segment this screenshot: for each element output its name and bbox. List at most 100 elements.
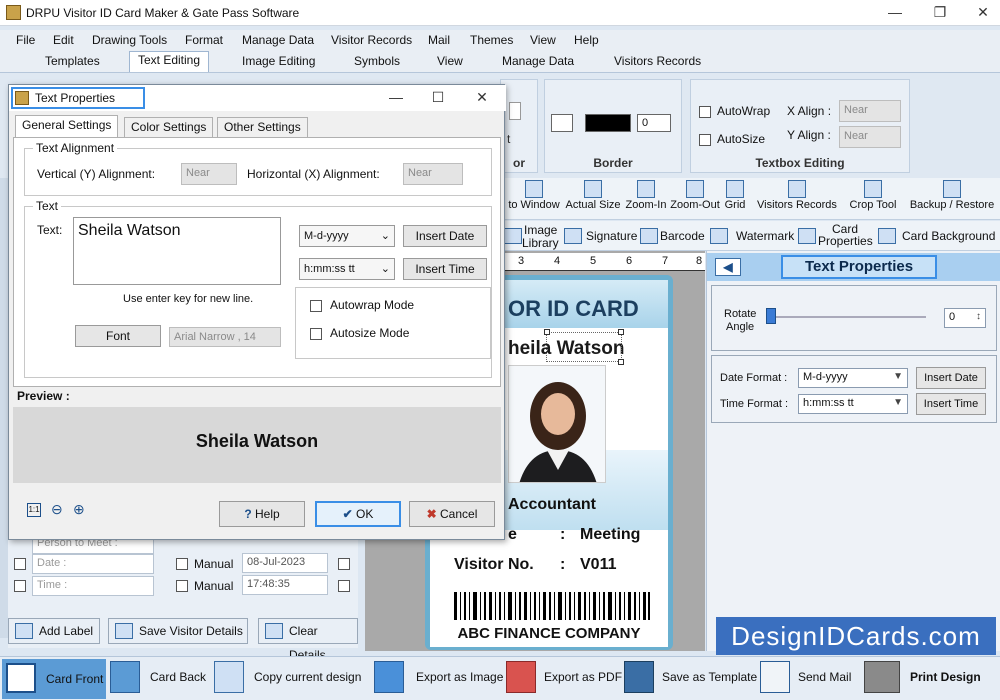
border-color-picker[interactable]	[585, 114, 631, 132]
menu-visitor-records[interactable]: Visitor Records	[331, 33, 412, 47]
card-front-button[interactable]: Card Front	[2, 659, 106, 699]
save-visitor-details-button[interactable]: Save Visitor Details	[108, 618, 248, 644]
card-visitor-label[interactable]: Visitor No.	[454, 556, 534, 574]
card-background-label[interactable]: Card Background	[902, 229, 995, 243]
image-library-icon[interactable]	[504, 228, 522, 244]
font-button[interactable]: Font	[75, 325, 161, 347]
card-role-text[interactable]: Accountant	[508, 496, 596, 514]
zoom-in-button[interactable]: Zoom-In	[622, 180, 670, 211]
selection-handles[interactable]	[544, 329, 624, 365]
signature-icon[interactable]	[564, 228, 582, 244]
zoom-in-icon[interactable]: ⊕	[73, 501, 85, 518]
cancel-button[interactable]: ✖ Cancel	[409, 501, 495, 527]
add-label-button[interactable]: Add Label	[8, 618, 100, 644]
dialog-close-icon[interactable]: ✕	[467, 87, 497, 107]
tab-view[interactable]: View	[437, 54, 463, 68]
tab-general-settings[interactable]: General Settings	[15, 115, 119, 137]
grid-button[interactable]: Grid	[722, 180, 748, 211]
tab-visitors-records[interactable]: Visitors Records	[614, 54, 701, 68]
date-format-select[interactable]: M-d-yyyy ⌄	[299, 225, 395, 247]
tab-symbols[interactable]: Symbols	[354, 54, 400, 68]
copy-design-icon[interactable]	[214, 661, 244, 693]
barcode-image[interactable]	[452, 590, 652, 622]
card-header-text[interactable]: OR ID CARD	[508, 296, 639, 322]
y-align-select[interactable]: Near	[839, 126, 901, 148]
barcode-label[interactable]: Barcode	[660, 229, 705, 243]
tab-text-editing[interactable]: Text Editing	[129, 51, 210, 72]
print-design-button[interactable]: Print Design	[910, 670, 981, 684]
dialog-insert-date-button[interactable]: Insert Date	[403, 225, 487, 247]
manual-date-field[interactable]: 08-Jul-2023	[242, 553, 328, 573]
insert-date-button[interactable]: Insert Date	[916, 367, 986, 389]
date-format-select[interactable]: M-d-yyyy ▼	[798, 368, 908, 388]
save-template-icon[interactable]	[624, 661, 654, 693]
autowrap-checkbox[interactable]	[699, 106, 711, 118]
watermark-label[interactable]: Watermark	[736, 229, 794, 243]
clear-details-button[interactable]: Clear Details	[258, 618, 358, 662]
image-library-label-1[interactable]: Image	[524, 223, 557, 237]
export-as-pdf-button[interactable]: Export as PDF	[544, 670, 622, 684]
ok-button[interactable]: ✔ OK	[315, 501, 401, 527]
help-button[interactable]: ? Help	[219, 501, 305, 527]
visitors-records-button[interactable]: Visitors Records	[752, 180, 842, 211]
card-purpose-value[interactable]: Meeting	[580, 526, 640, 544]
menu-mail[interactable]: Mail	[428, 33, 450, 47]
resize-handle[interactable]	[618, 329, 624, 335]
date-field[interactable]: Date :	[32, 554, 154, 574]
pdf-icon[interactable]	[506, 661, 536, 693]
x-align-select[interactable]: Near	[839, 100, 901, 122]
copy-current-design-button[interactable]: Copy current design	[254, 670, 361, 684]
menu-format[interactable]: Format	[185, 33, 223, 47]
border-width-spinner[interactable]: 0	[637, 114, 671, 132]
dialog-insert-time-button[interactable]: Insert Time	[403, 258, 487, 280]
manual-time-field[interactable]: 17:48:35	[242, 575, 328, 595]
menu-edit[interactable]: Edit	[53, 33, 74, 47]
autosize-mode-checkbox[interactable]	[310, 328, 322, 340]
horizontal-alignment-select[interactable]: Near	[403, 163, 463, 185]
mail-icon[interactable]	[760, 661, 790, 693]
backup-restore-button[interactable]: Backup / Restore	[906, 180, 998, 211]
date-toggle-checkbox[interactable]	[338, 558, 350, 570]
menu-themes[interactable]: Themes	[470, 33, 513, 47]
card-back-button[interactable]: Card Back	[150, 670, 206, 684]
time-field[interactable]: Time :	[32, 576, 154, 596]
insert-time-button[interactable]: Insert Time	[916, 393, 986, 415]
fit-to-window-button[interactable]: to Window	[502, 180, 566, 211]
minimize-icon[interactable]: —	[880, 2, 910, 22]
card-properties-label-2[interactable]: Properties	[818, 234, 873, 248]
tab-other-settings[interactable]: Other Settings	[217, 117, 308, 137]
text-input[interactable]: Sheila Watson	[73, 217, 281, 285]
save-as-template-button[interactable]: Save as Template	[662, 670, 757, 684]
rotate-angle-spinner[interactable]: 0 ↕	[944, 308, 986, 328]
border-style-icon[interactable]	[551, 114, 573, 132]
zoom-out-button[interactable]: Zoom-Out	[668, 180, 722, 211]
zoom-out-icon[interactable]: ⊖	[51, 501, 63, 518]
card-background-icon[interactable]	[878, 228, 896, 244]
vertical-alignment-select[interactable]: Near	[181, 163, 237, 185]
manual-time-checkbox[interactable]	[176, 580, 188, 592]
card-visitor-separator[interactable]: :	[560, 556, 565, 574]
partial-combo[interactable]	[509, 102, 521, 120]
date-checkbox[interactable]	[14, 558, 26, 570]
card-company-text[interactable]: ABC FINANCE COMPANY	[430, 625, 668, 647]
tab-color-settings[interactable]: Color Settings	[124, 117, 214, 137]
crop-tool-button[interactable]: Crop Tool	[846, 180, 900, 211]
autowrap-mode-checkbox[interactable]	[310, 300, 322, 312]
image-library-label-2[interactable]: Library	[522, 236, 559, 250]
card-visitor-value[interactable]: V011	[580, 556, 616, 574]
resize-handle[interactable]	[544, 329, 550, 335]
resize-handle[interactable]	[618, 359, 624, 365]
autosize-checkbox[interactable]	[699, 134, 711, 146]
rotate-slider-track[interactable]	[770, 316, 926, 318]
menu-help[interactable]: Help	[574, 33, 599, 47]
close-icon[interactable]: ✕	[968, 2, 998, 22]
menu-drawing-tools[interactable]: Drawing Tools	[92, 33, 167, 47]
visitor-photo[interactable]	[508, 365, 606, 483]
time-toggle-checkbox[interactable]	[338, 580, 350, 592]
export-image-icon[interactable]	[374, 661, 404, 693]
printer-icon[interactable]	[864, 661, 900, 693]
time-checkbox[interactable]	[14, 580, 26, 592]
export-as-image-button[interactable]: Export as Image	[416, 670, 503, 684]
menu-file[interactable]: File	[16, 33, 35, 47]
back-arrow-icon[interactable]: ◀	[715, 258, 741, 276]
